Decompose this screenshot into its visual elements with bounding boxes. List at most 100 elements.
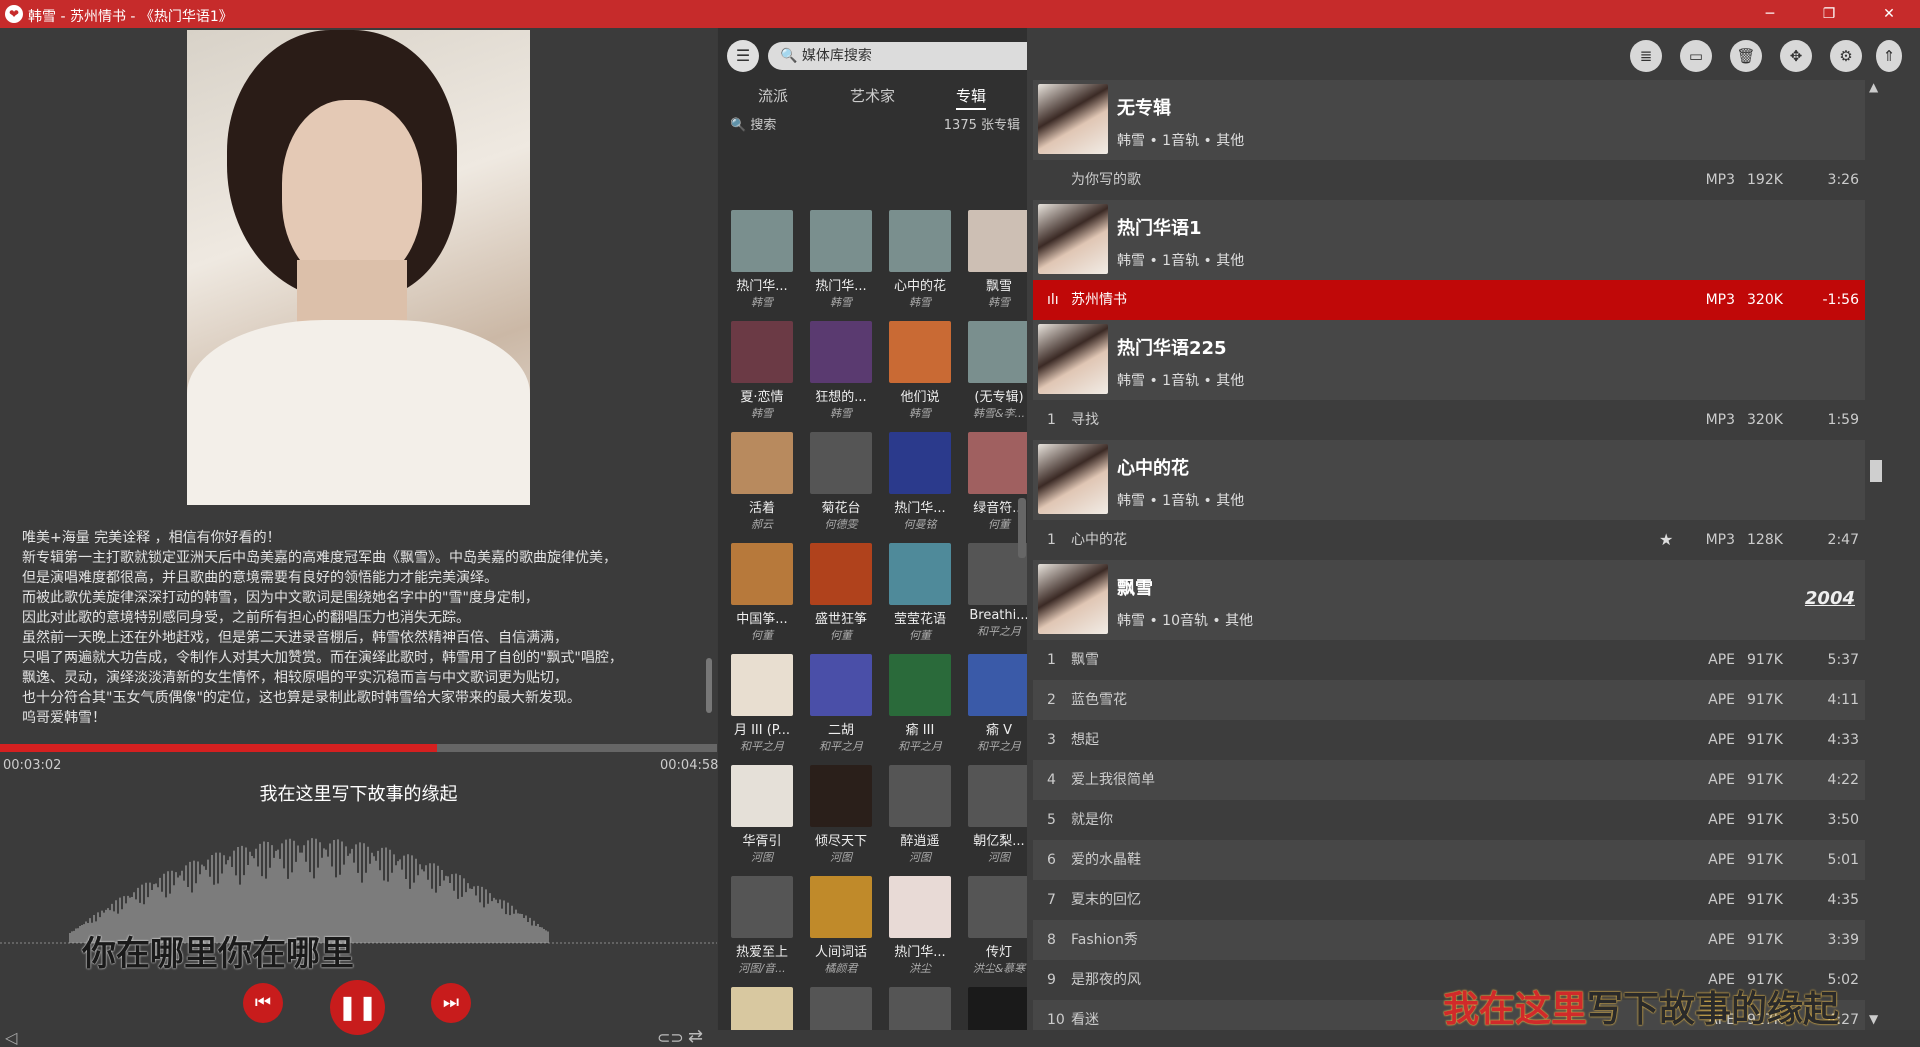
- album-tile[interactable]: Breathi... 和平之月: [963, 543, 1027, 653]
- album-tile[interactable]: 二胡 和平之月: [805, 654, 877, 764]
- album-tile[interactable]: 人间词话 橘颜君: [805, 876, 877, 986]
- album-header[interactable]: 热门华语225 韩雪 • 1音轨 • 其他: [1033, 320, 1865, 400]
- track-row[interactable]: 8 Fashion秀 APE 917K 3:39: [1033, 920, 1865, 960]
- menu-icon[interactable]: ☰: [727, 40, 759, 72]
- progress-bar[interactable]: [0, 744, 717, 752]
- track-row[interactable]: 4 爱上我很简单 APE 917K 4:22: [1033, 760, 1865, 800]
- album-tile[interactable]: 醉逍遥 河图: [884, 765, 956, 875]
- album-tile[interactable]: [884, 987, 956, 1030]
- album-search[interactable]: 🔍 搜索 1375 张专辑: [730, 114, 1020, 133]
- search-icon: 🔍: [730, 118, 747, 133]
- track-row[interactable]: 7 夏末的回忆 APE 917K 4:35: [1033, 880, 1865, 920]
- restore-button[interactable]: ❐: [1806, 0, 1852, 28]
- volume-icon[interactable]: ◁: [5, 1028, 17, 1047]
- next-button[interactable]: ⏭: [431, 983, 471, 1023]
- album-tile[interactable]: 夏·恋情 韩雪: [726, 321, 798, 431]
- track-format: APE: [1708, 732, 1735, 748]
- album-tile[interactable]: 热爱至上 河图/音...: [726, 876, 798, 986]
- album-tile[interactable]: 中国筝... 何董: [726, 543, 798, 653]
- track-row[interactable]: 3 想起 APE 917K 4:33: [1033, 720, 1865, 760]
- folder-icon[interactable]: ▭: [1680, 40, 1712, 72]
- list-view-icon[interactable]: ≣: [1630, 40, 1662, 72]
- track-row[interactable]: 为你写的歌 MP3 192K 3:26: [1033, 160, 1865, 200]
- album-header[interactable]: 飘雪 韩雪 • 10音轨 • 其他 2004: [1033, 560, 1865, 640]
- move-icon[interactable]: ✥: [1780, 40, 1812, 72]
- album-tile[interactable]: 瘉 III 和平之月: [884, 654, 956, 764]
- album-tile[interactable]: (无专辑)涵昱: [726, 140, 798, 210]
- album-art: [968, 765, 1027, 827]
- track-row[interactable]: 1 飘雪 APE 917K 5:37: [1033, 640, 1865, 680]
- link-icon[interactable]: ⊂⊃: [657, 1028, 684, 1047]
- album-tile[interactable]: 朝亿梨... 河图: [963, 765, 1027, 875]
- star-icon[interactable]: ★: [1659, 520, 1673, 560]
- trash-icon[interactable]: 🗑: [1730, 40, 1762, 72]
- album-tile[interactable]: (无专辑) 韩雪&李...: [963, 321, 1027, 431]
- tab-album[interactable]: 专辑: [956, 85, 987, 110]
- track-format: MP3: [1705, 172, 1735, 188]
- album-tile[interactable]: 他们说 韩雪: [884, 321, 956, 431]
- album-tile[interactable]: [726, 987, 798, 1030]
- album-name: 心中的花: [893, 279, 946, 294]
- album-tile[interactable]: 忆江南涵昱: [805, 140, 877, 210]
- album-tile[interactable]: 倾尽天下 河图: [805, 765, 877, 875]
- album-header[interactable]: 无专辑 韩雪 • 1音轨 • 其他: [1033, 80, 1865, 160]
- pause-button[interactable]: ❚❚: [330, 980, 385, 1035]
- album-tile[interactable]: 热门华... 韩雪: [805, 210, 877, 320]
- album-art: [889, 876, 951, 938]
- album-grid-scrollbar[interactable]: [1018, 498, 1026, 558]
- track-title: 想起: [1071, 732, 1099, 748]
- track-format: MP3: [1705, 292, 1735, 308]
- album-tile[interactable]: 莹莹花语 何董: [884, 543, 956, 653]
- album-tile[interactable]: 活着 郝云: [726, 432, 798, 542]
- close-button[interactable]: ✕: [1866, 0, 1912, 28]
- track-row[interactable]: 6 爱的水晶鞋 APE 917K 5:01: [1033, 840, 1865, 880]
- tab-artist[interactable]: 艺术家: [850, 85, 895, 106]
- prev-button[interactable]: ⏮: [243, 983, 283, 1023]
- album-tile[interactable]: 瘉 V 和平之月: [963, 654, 1027, 764]
- album-tile[interactable]: [805, 987, 877, 1030]
- album-name: 瘉 V: [985, 723, 1013, 738]
- track-row[interactable]: 1 寻找 MP3 320K 1:59: [1033, 400, 1865, 440]
- track-row[interactable]: 5 就是你 APE 917K 3:50: [1033, 800, 1865, 840]
- album-tile[interactable]: (无专辑)韩雪: [963, 140, 1027, 210]
- album-search-label: 搜索: [750, 118, 777, 133]
- track-list-scrollbar[interactable]: ▲ ▼: [1867, 80, 1883, 1030]
- track-row[interactable]: 2 蓝色雪花 APE 917K 4:11: [1033, 680, 1865, 720]
- current-time: 00:03:02: [3, 758, 62, 773]
- scroll-thumb[interactable]: [1870, 460, 1882, 482]
- minimize-button[interactable]: ─: [1747, 0, 1793, 28]
- track-title: 就是你: [1071, 812, 1113, 828]
- track-row[interactable]: ılı 苏州情书 MP3 320K -1:56: [1033, 280, 1865, 320]
- scroll-down-icon[interactable]: ▼: [1869, 1012, 1878, 1026]
- playlist-icon[interactable]: ⇄: [688, 1026, 703, 1047]
- album-artist: 和平之月: [977, 740, 1021, 753]
- album-header[interactable]: 心中的花 韩雪 • 1音轨 • 其他: [1033, 440, 1865, 520]
- track-row[interactable]: 1 心中的花 ★ MP3 128K 2:47: [1033, 520, 1865, 560]
- album-tile[interactable]: 传灯 洪尘&慕寒: [963, 876, 1027, 986]
- album-tile[interactable]: 热门华... 洪尘: [884, 876, 956, 986]
- album-tile[interactable]: 热门华... 韩雪: [726, 210, 798, 320]
- scroll-up-icon[interactable]: ▲: [1869, 80, 1878, 94]
- collapse-icon[interactable]: ⇑: [1876, 40, 1902, 72]
- album-tile[interactable]: 飘雪 韩雪: [963, 210, 1027, 320]
- album-tile[interactable]: 菊花台 何德雯: [805, 432, 877, 542]
- album-art: [810, 432, 872, 494]
- tab-genre[interactable]: 流派: [758, 85, 788, 106]
- track-bitrate: 128K: [1747, 532, 1783, 548]
- track-title: 苏州情书: [1071, 292, 1127, 308]
- album-tile[interactable]: 热门华...涵昱&银临: [884, 140, 956, 210]
- album-tile[interactable]: [963, 987, 1027, 1030]
- album-header-name: 心中的花: [1117, 458, 1189, 479]
- album-tile[interactable]: 心中的花 韩雪: [884, 210, 956, 320]
- settings-icon[interactable]: ⚙: [1830, 40, 1862, 72]
- album-name: 盛世狂筝: [814, 612, 867, 627]
- album-count: 1375 张专辑: [943, 118, 1020, 133]
- album-tile[interactable]: 盛世狂筝 何董: [805, 543, 877, 653]
- album-tile[interactable]: 月 III (P... 和平之月: [726, 654, 798, 764]
- description-scrollbar[interactable]: [704, 528, 714, 728]
- album-header[interactable]: 热门华语1 韩雪 • 1音轨 • 其他: [1033, 200, 1865, 280]
- album-year[interactable]: 2004: [1805, 588, 1855, 609]
- album-tile[interactable]: 狂想的... 韩雪: [805, 321, 877, 431]
- album-tile[interactable]: 热门华... 何曼铭: [884, 432, 956, 542]
- album-tile[interactable]: 华胥引 河图: [726, 765, 798, 875]
